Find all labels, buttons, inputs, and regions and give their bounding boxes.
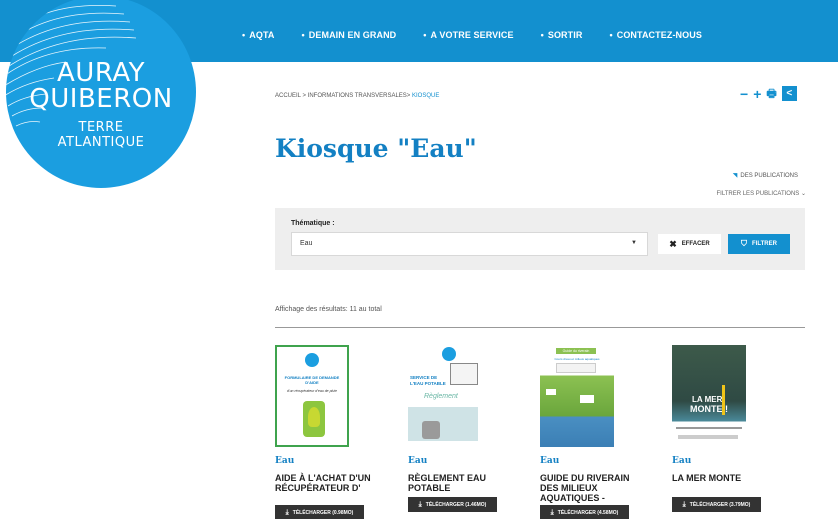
page-tools: − + 🖶 <	[740, 86, 797, 101]
thematique-label: Thématique :	[291, 220, 335, 227]
cover-illustration-cow	[546, 389, 556, 395]
clear-button-label: EFFACER	[681, 241, 710, 247]
publication-category: Eau	[408, 456, 428, 466]
decrease-font-icon[interactable]: −	[740, 87, 748, 101]
cover-text-box	[556, 363, 596, 373]
publication-title[interactable]: GUIDE DU RIVERAIN DES MILIEUX AQUATIQUES…	[540, 473, 650, 503]
filter-panel: Thématique : Eau ▼ ✖ EFFACER ⛉ FILTRER	[275, 208, 805, 270]
logo-line-atlantique: ATLANTIQUE	[57, 135, 145, 150]
publication-card: FORMULAIRE DE DEMANDE D'AIDE d'un récupé…	[275, 345, 385, 493]
publication-category: Eau	[540, 456, 560, 466]
chevron-down-icon: ⌄	[800, 191, 806, 197]
results-count: Affichage des résultats: 11 au total	[275, 306, 382, 313]
cover-logo-icon	[305, 353, 319, 367]
nav-bullet-icon: •	[540, 30, 544, 40]
filter-button-label: FILTRER	[752, 241, 777, 247]
publication-cover[interactable]: LA MER MONTE !	[672, 345, 746, 447]
publication-card: LA MER MONTE ! Eau LA MER MONTE	[672, 345, 782, 483]
nav-bullet-icon: •	[423, 30, 427, 40]
cover-subtitle: Règlement	[424, 393, 458, 400]
page-title: Kiosque "Eau"	[275, 134, 477, 163]
breadcrumb-home[interactable]: ACCUEIL	[275, 93, 301, 99]
nav-bullet-icon: •	[301, 30, 305, 40]
filter-icon: ⛉	[741, 239, 748, 248]
cover-partner-logos	[678, 435, 738, 439]
download-button[interactable]: ⤓ TÉLÉCHARGER (3.79MO)	[672, 497, 761, 512]
download-label: TÉLÉCHARGER (4.58MO)	[557, 509, 619, 516]
publication-title[interactable]: RÈGLEMENT EAU POTABLE	[408, 473, 518, 493]
download-icon: ⤓	[418, 500, 422, 508]
cover-illustration-detail	[308, 407, 320, 427]
download-icon: ⤓	[682, 500, 686, 508]
publication-title[interactable]: LA MER MONTE	[672, 473, 782, 483]
publication-cover[interactable]: Guide du riverain Cours d'eau et milieux…	[540, 345, 614, 447]
share-icon[interactable]: <	[781, 86, 797, 101]
publication-category: Eau	[672, 456, 692, 466]
breadcrumb-separator: >	[302, 93, 306, 99]
publications-link-label: DES PUBLICATIONS	[740, 173, 798, 179]
download-label: TÉLÉCHARGER (0.98MO)	[292, 509, 354, 516]
breadcrumb: ACCUEIL > INFORMATIONS TRANSVERSALES> KI…	[275, 93, 439, 99]
publication-cover[interactable]: SERVICE DE L'EAU POTABLE Règlement	[408, 345, 482, 447]
nav-item-sortir[interactable]: • SORTIR	[541, 30, 583, 40]
cover-tap-illustration	[422, 421, 440, 439]
close-icon: ✖	[669, 238, 677, 249]
cover-warning-illustration	[722, 385, 725, 415]
publication-card: SERVICE DE L'EAU POTABLE Règlement Eau R…	[408, 345, 518, 493]
nav-bullet-icon: •	[609, 30, 613, 40]
cover-subtitle: Cours d'eau et milieux aquatiques	[554, 357, 600, 361]
nav-item-a-votre-service[interactable]: • A VOTRE SERVICE	[423, 30, 513, 40]
download-icon: ⤓	[285, 508, 289, 516]
publication-cover[interactable]: FORMULAIRE DE DEMANDE D'AIDE d'un récupé…	[275, 345, 349, 447]
publication-title[interactable]: AIDE À L'ACHAT D'UN RÉCUPÉRATEUR D'	[275, 473, 385, 493]
download-button[interactable]: ⤓ TÉLÉCHARGER (1.46MO)	[408, 497, 497, 512]
nav-label: DEMAIN EN GRAND	[308, 30, 397, 40]
print-icon[interactable]: 🖶	[766, 87, 776, 101]
nav-label: AQTA	[249, 30, 275, 40]
breadcrumb-current: KIOSQUE	[411, 93, 440, 99]
filter-toggle-label: FILTRER LES PUBLICATIONS	[716, 191, 800, 197]
breadcrumb-section[interactable]: INFORMATIONS TRANSVERSALES	[308, 93, 407, 99]
publication-category: Eau	[275, 456, 295, 466]
nav-label: CONTACTEZ-NOUS	[616, 30, 702, 40]
filter-button[interactable]: ⛉ FILTRER	[728, 234, 790, 254]
cover-heading: FORMULAIRE DE DEMANDE D'AIDE	[284, 375, 340, 385]
cover-heading: LA MER	[692, 395, 723, 404]
main-nav: • AQTA • DEMAIN EN GRAND • A VOTRE SERVICE …	[242, 30, 729, 40]
nav-item-aqta[interactable]: • AQTA	[242, 30, 275, 40]
nav-label: A VOTRE SERVICE	[430, 30, 514, 40]
download-label: TÉLÉCHARGER (3.79MO)	[689, 501, 751, 508]
thematique-selected-value: Eau	[300, 240, 313, 247]
rss-icon: ◥	[732, 173, 738, 179]
cover-heading: SERVICE DE L'EAU POTABLE	[410, 375, 446, 386]
nav-bullet-icon: •	[242, 30, 246, 40]
download-button[interactable]: ⤓ TÉLÉCHARGER (0.98MO)	[275, 505, 364, 519]
nav-item-demain-en-grand[interactable]: • DEMAIN EN GRAND	[302, 30, 397, 40]
cover-subtitle: d'un récupérateur d'eau de pluie	[287, 389, 337, 393]
download-button[interactable]: ⤓ TÉLÉCHARGER (4.58MO)	[540, 505, 629, 519]
increase-font-icon[interactable]: +	[753, 87, 761, 101]
logo-line-quiberon: QUIBERON	[29, 84, 173, 114]
cover-heading: Guide du riverain	[556, 348, 596, 354]
caret-down-icon: ▼	[631, 240, 637, 246]
cover-illustration	[408, 407, 478, 441]
breadcrumb-separator: >	[406, 93, 411, 99]
download-icon: ⤓	[550, 508, 554, 516]
results-divider	[275, 327, 805, 328]
download-label: TÉLÉCHARGER (1.46MO)	[425, 501, 487, 508]
clear-button[interactable]: ✖ EFFACER	[658, 234, 721, 254]
cover-illustration-cow	[580, 395, 594, 403]
publication-card: Guide du riverain Cours d'eau et milieux…	[540, 345, 650, 503]
cover-house-illustration	[450, 363, 478, 385]
site-logo[interactable]: AURAY QUIBERON TERRE ATLANTIQUE	[6, 0, 196, 188]
logo-line-terre: TERRE	[78, 120, 124, 135]
thematique-select[interactable]: Eau ▼	[291, 232, 648, 256]
cover-logo-icon	[442, 347, 456, 361]
nav-item-contactez-nous[interactable]: • CONTACTEZ-NOUS	[609, 30, 702, 40]
publications-rss-link[interactable]: ◥ DES PUBLICATIONS	[733, 172, 798, 179]
cover-footer-line	[676, 427, 742, 429]
nav-label: SORTIR	[547, 30, 583, 40]
filter-publications-toggle[interactable]: FILTRER LES PUBLICATIONS ⌄	[717, 190, 807, 197]
